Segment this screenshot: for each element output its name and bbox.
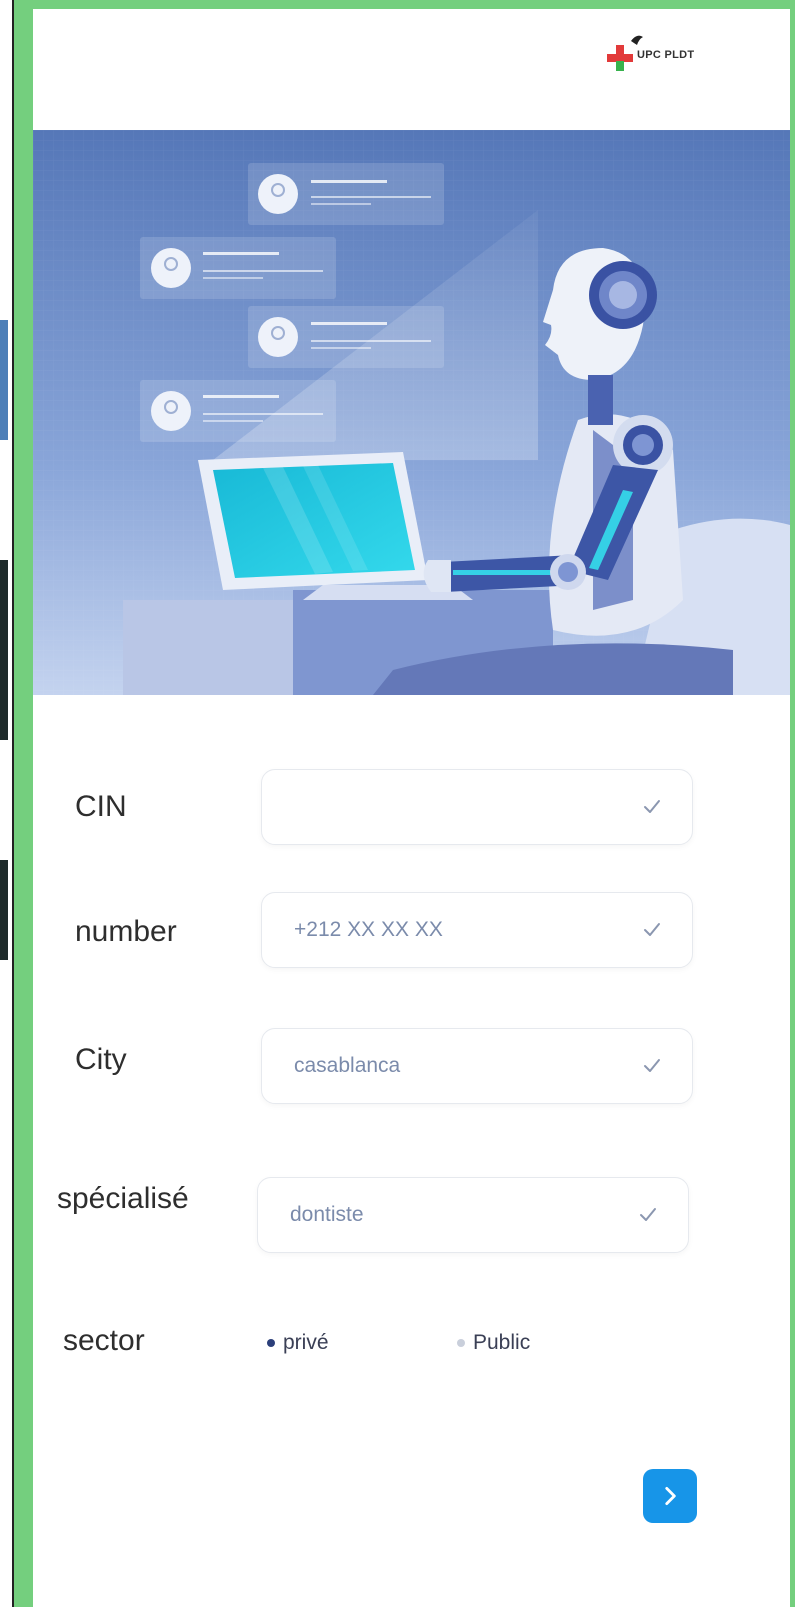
number-input[interactable]	[292, 893, 626, 967]
phone-screen: UPC PLDT CIN number +212 XX XX XX City c…	[33, 9, 790, 1607]
sector-label: sector	[63, 1324, 145, 1357]
sector-option-prive[interactable]: privé	[267, 1331, 329, 1355]
strip-mark	[0, 560, 8, 740]
radio-selected-icon[interactable]	[267, 1339, 275, 1347]
strip-mark	[0, 860, 8, 960]
city-label: City	[75, 1043, 127, 1076]
profile-card	[140, 237, 336, 299]
form-row-cin: CIN	[33, 769, 790, 859]
specialty-input[interactable]	[288, 1178, 622, 1252]
city-input[interactable]	[292, 1029, 626, 1103]
specialty-label: spécialisé	[57, 1182, 189, 1215]
sector-option-label: Public	[473, 1331, 531, 1354]
logo-text: UPC PLDT	[637, 49, 695, 61]
number-field[interactable]	[261, 892, 693, 968]
specialty-field[interactable]	[257, 1177, 689, 1253]
cin-field[interactable]	[261, 769, 693, 845]
sector-option-public[interactable]: Public	[457, 1331, 530, 1355]
hero-illustration	[33, 130, 790, 695]
profile-card	[140, 380, 336, 442]
check-icon	[644, 1059, 660, 1072]
check-icon	[644, 800, 660, 813]
sector-option-label: privé	[283, 1331, 329, 1354]
profile-card	[248, 306, 444, 368]
cin-label: CIN	[75, 790, 127, 823]
number-label: number	[75, 915, 177, 948]
form-row-city: City	[33, 1028, 790, 1118]
cin-input[interactable]	[292, 770, 626, 844]
radio-unselected-icon[interactable]	[457, 1339, 465, 1347]
city-field[interactable]	[261, 1028, 693, 1104]
form-row-specialty: spécialisé	[33, 1173, 790, 1263]
background-window-strip	[0, 0, 14, 1607]
check-icon	[640, 1208, 656, 1221]
brand-logo: UPC PLDT	[605, 31, 735, 87]
check-icon	[644, 923, 660, 936]
next-button[interactable]	[643, 1469, 697, 1523]
profile-card	[248, 163, 444, 225]
robot-laptop-illustration	[33, 130, 790, 695]
form-row-number: number	[33, 892, 790, 982]
chevron-right-icon	[665, 1487, 676, 1505]
strip-mark	[0, 320, 8, 440]
